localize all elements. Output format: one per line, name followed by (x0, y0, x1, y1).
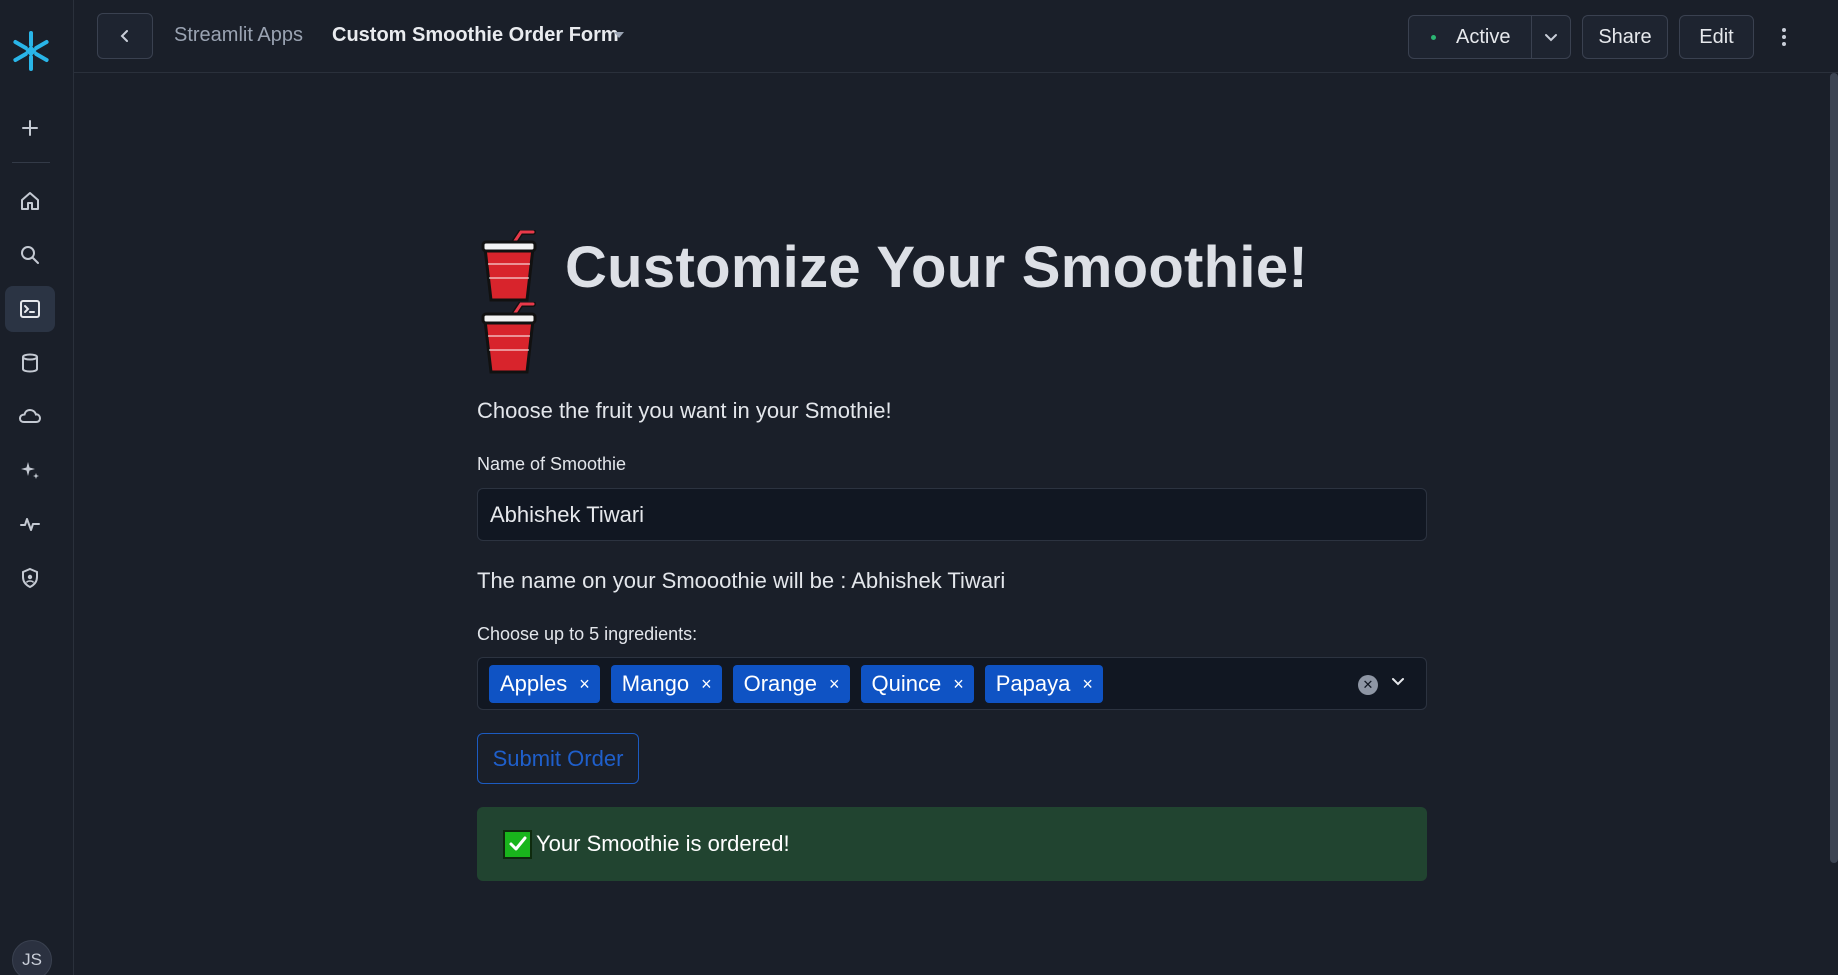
ingredient-chip: Orange × (732, 665, 850, 703)
cup-with-straw-icon (481, 302, 537, 374)
chevron-down-icon[interactable] (1390, 673, 1406, 694)
cloud-icon[interactable] (5, 393, 55, 439)
snowflake-logo-icon[interactable] (8, 28, 54, 74)
title-row: Customize Your Smoothie! (477, 230, 1427, 374)
ingredients-label: Choose up to 5 ingredients: (477, 624, 698, 644)
left-rail: JS (0, 0, 74, 975)
remove-chip-icon[interactable]: × (701, 674, 712, 695)
cup-with-straw-icon (481, 230, 537, 302)
status-dot-icon (1431, 34, 1436, 40)
page-title: Customize Your Smoothie! (565, 235, 1308, 300)
avatar[interactable]: JS (12, 940, 52, 975)
ingredient-chip: Quince × (860, 665, 974, 703)
chip-label: Apples (500, 671, 568, 696)
shield-icon[interactable] (5, 555, 55, 601)
remove-chip-icon[interactable]: × (1082, 674, 1093, 695)
chevron-left-icon (120, 30, 128, 42)
status-label: Active (1456, 25, 1511, 48)
activity-icon[interactable] (5, 501, 55, 547)
check-mark-icon (503, 829, 532, 859)
back-button[interactable] (97, 13, 153, 59)
chip-label: Mango (621, 671, 690, 696)
status-chevron-down-icon[interactable] (1532, 16, 1570, 58)
app-content: Customize Your Smoothie! Choose the frui… (477, 230, 1427, 881)
caret-down-icon[interactable] (614, 32, 624, 38)
name-confirmation-text: The name on your Smooothie will be : Abh… (477, 568, 1006, 593)
remove-chip-icon[interactable]: × (579, 674, 590, 695)
ingredients-multiselect[interactable]: Apples × Mango × Orange × Quince × Papay… (477, 657, 1427, 710)
top-bar: Streamlit Apps Custom Smoothie Order For… (74, 0, 1838, 73)
ingredient-chip: Mango × (610, 665, 722, 703)
sparkle-icon[interactable] (5, 447, 55, 493)
terminal-icon[interactable] (5, 286, 55, 332)
success-alert: Your Smoothie is ordered! (477, 807, 1427, 881)
home-icon[interactable] (5, 178, 55, 224)
clear-all-icon[interactable]: ✕ (1358, 675, 1378, 695)
app-title[interactable]: Custom Smoothie Order Form (332, 24, 619, 47)
chip-label: Orange (743, 671, 817, 696)
search-icon[interactable] (5, 232, 55, 278)
status-button[interactable]: Active (1409, 16, 1532, 58)
smoothie-name-input[interactable]: Abhishek Tiwari (477, 488, 1427, 541)
ingredient-chip: Apples × (489, 665, 600, 703)
remove-chip-icon[interactable]: × (953, 674, 964, 695)
chip-label: Quince (871, 671, 942, 696)
database-icon[interactable] (5, 340, 55, 386)
scrollbar[interactable] (1830, 73, 1838, 863)
remove-chip-icon[interactable]: × (829, 674, 840, 695)
status-dropdown: Active (1408, 15, 1571, 59)
ingredient-chip: Papaya × (984, 665, 1103, 703)
edit-button[interactable]: Edit (1679, 15, 1754, 59)
page-subtitle: Choose the fruit you want in your Smothi… (477, 398, 892, 423)
selected-ingredients: Apples × Mango × Orange × Quince × Papay… (489, 665, 1103, 703)
rail-divider (12, 162, 50, 163)
share-button[interactable]: Share (1582, 15, 1668, 59)
submit-order-button[interactable]: Submit Order (477, 733, 639, 784)
chip-label: Papaya (995, 671, 1071, 696)
breadcrumb-streamlit-apps[interactable]: Streamlit Apps (174, 24, 303, 47)
success-message: Your Smoothie is ordered! (536, 831, 790, 856)
plus-icon[interactable] (5, 105, 55, 151)
name-field-label: Name of Smoothie (477, 454, 627, 474)
more-options-icon[interactable] (1774, 22, 1794, 52)
